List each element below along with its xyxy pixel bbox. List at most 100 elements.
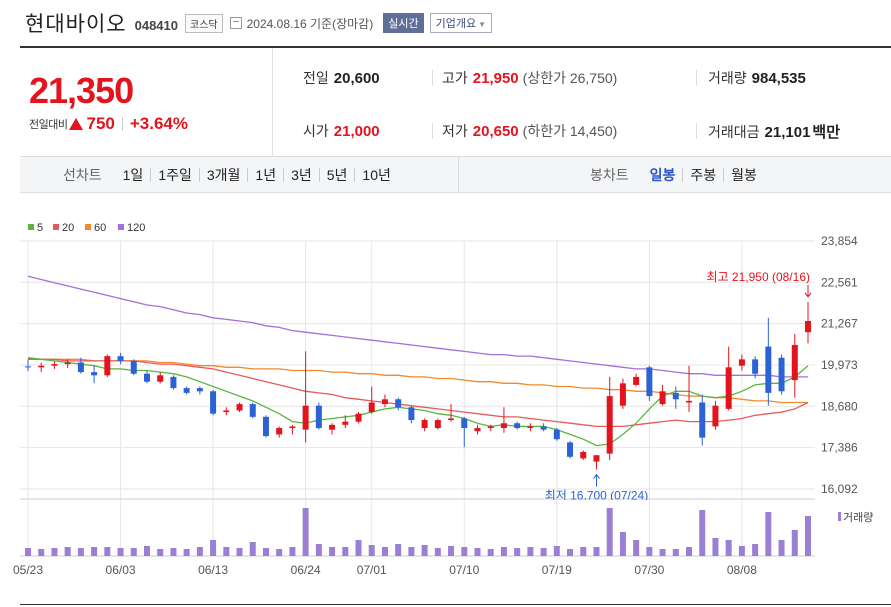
volume-bar: [738, 546, 745, 556]
legend-label: 60: [94, 222, 106, 234]
volume-bar: [249, 542, 256, 556]
volume-legend-swatch: [838, 512, 841, 521]
volume-bar: [157, 549, 164, 556]
candle: [527, 426, 534, 429]
volume-bar: [395, 544, 402, 556]
period-10y[interactable]: 10년: [354, 167, 397, 182]
volume-bar: [461, 547, 468, 556]
period-weekly[interactable]: 주봉: [682, 167, 723, 182]
volume-bar: [355, 540, 362, 556]
legend-swatch: [118, 224, 124, 230]
volume-bar: [580, 547, 587, 556]
volume-stat: 거래량 984,535: [708, 68, 806, 88]
candle: [51, 364, 58, 366]
period-daily[interactable]: 일봉: [643, 168, 683, 182]
candle: [500, 423, 507, 429]
volume-bar: [302, 508, 309, 556]
high-stat: 고가 21,950 (상한가 26,750): [442, 68, 617, 88]
candle: [791, 344, 798, 381]
candle: [355, 413, 362, 422]
prev-close-value: 20,600: [333, 70, 380, 87]
candle: [672, 392, 679, 400]
low-stat: 저가 20,650 (하한가 14,450): [442, 121, 617, 141]
y-tick-label: 22,561: [821, 275, 858, 289]
legend-swatch: [28, 224, 34, 230]
period-3y[interactable]: 3년: [283, 167, 319, 182]
volume-chart[interactable]: 05/23 06/03 06/13 06/24 07/01 07/10 07/19 07/30…: [0, 500, 891, 580]
market-badge: 코스닥: [185, 13, 223, 33]
candle: [633, 376, 640, 385]
candle: [514, 423, 521, 429]
volume-bar: [725, 540, 732, 556]
x-tick-label: 06/24: [291, 563, 321, 577]
open-value: 21,000: [333, 123, 380, 140]
candle: [130, 360, 137, 374]
volume-bar: [699, 510, 706, 556]
candle: [170, 376, 177, 389]
legend-label: 20: [62, 222, 74, 234]
period-1w[interactable]: 1주일: [150, 167, 199, 182]
legend-label: 120: [127, 222, 145, 234]
line-chart-label: 선차트: [63, 166, 102, 183]
candle: [606, 396, 613, 454]
volume-bar: [593, 547, 600, 556]
candle: [738, 359, 745, 366]
candle: [381, 399, 388, 405]
volume-bar: [38, 549, 45, 556]
volume-bar: [223, 547, 230, 556]
y-tick-label: 23,854: [821, 234, 858, 248]
x-tick-label: 07/10: [449, 563, 479, 577]
volume-bar: [143, 546, 150, 556]
volume-bar: [276, 549, 283, 556]
volume-bar: [567, 549, 574, 556]
divider: [696, 123, 697, 139]
volume-value: 984,535: [751, 70, 806, 87]
candle: [699, 402, 706, 438]
price-chart[interactable]: 5 20 60 120 23,854 22,561 21,267 19,973 18,680 17…: [0, 200, 891, 500]
candle: [408, 407, 415, 421]
period-1y[interactable]: 1년: [247, 167, 283, 182]
volume-legend-label: 거래량: [843, 511, 873, 524]
x-tick-label: 06/13: [198, 563, 228, 577]
volume-bar: [170, 548, 177, 556]
volume-bar: [487, 549, 494, 556]
candle: [395, 399, 402, 408]
period-5y[interactable]: 5년: [318, 167, 355, 182]
candle: [421, 420, 428, 429]
candle: [64, 362, 71, 365]
volume-bar: [791, 530, 798, 556]
candle: [77, 362, 84, 373]
stock-header: 현대바이오 048410 코스닥 2024.08.16 기준(장마감) 실시간 …: [0, 0, 891, 46]
x-tick-label: 07/30: [634, 563, 664, 577]
upper-limit: (상한가 26,750): [522, 70, 618, 86]
candle: [236, 404, 243, 411]
company-info-label: 기업개요: [435, 18, 477, 30]
realtime-button[interactable]: 실시간: [383, 13, 424, 33]
candle: [474, 428, 481, 432]
divider: [20, 604, 891, 605]
period-3m[interactable]: 3개월: [198, 167, 248, 182]
prev-close-label: 전일: [303, 70, 329, 86]
open-label: 시가: [303, 123, 329, 139]
volume-bar: [421, 545, 428, 556]
candle: [196, 388, 203, 392]
candle: [143, 373, 150, 382]
candle: [659, 391, 666, 405]
candle: [262, 416, 269, 437]
volume-bar: [342, 547, 349, 556]
period-1d[interactable]: 1일: [116, 168, 151, 182]
period-monthly[interactable]: 월봉: [723, 167, 764, 182]
candle: [461, 418, 468, 429]
candle: [712, 405, 719, 427]
candle: [752, 359, 759, 374]
company-info-dropdown[interactable]: 기업개요 ▼: [429, 13, 492, 33]
candle-chart-label: 봉차트: [590, 166, 629, 183]
volume-bar: [25, 548, 31, 556]
line-chart-periods: 선차트 1일 1주일 3개월 1년 3년 5년 10년: [20, 157, 459, 192]
candle: [183, 388, 190, 393]
high-value: 21,950: [472, 70, 519, 87]
candle: [91, 372, 98, 376]
volume-bar: [315, 544, 322, 556]
volume-bar: [117, 548, 124, 556]
candle-chart-periods: 봉차트 일봉 주봉 월봉: [590, 157, 764, 192]
